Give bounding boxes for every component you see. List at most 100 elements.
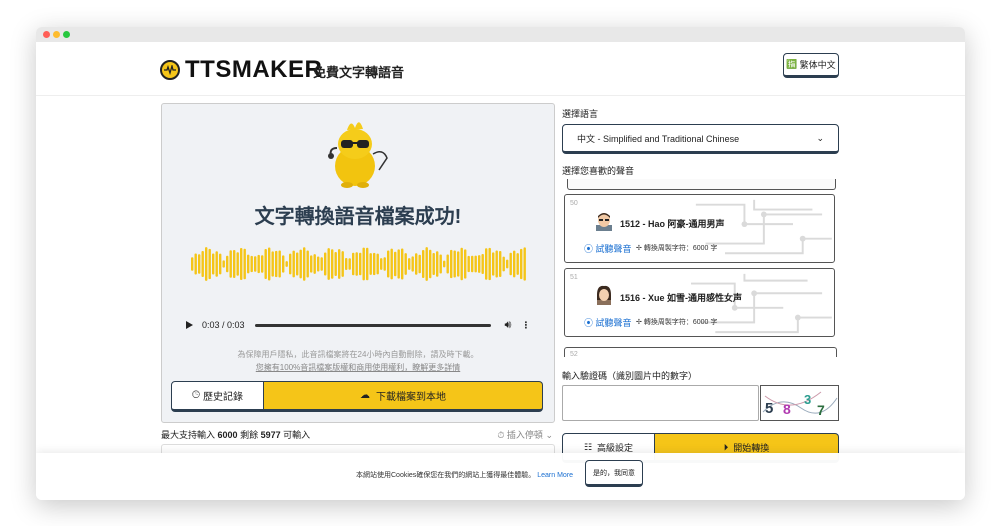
waveform-bar (275, 250, 278, 278)
waveform-bar (236, 252, 239, 276)
waveform-bar (212, 253, 215, 275)
minimize-window-dot[interactable] (53, 31, 60, 38)
clock-icon: 🕒︎ (192, 390, 200, 401)
result-button-row: 🕒︎ 歷史記錄 ☁ 下載檔案到本地 (171, 381, 543, 412)
waveform-bar (348, 258, 351, 270)
waveform-bar (443, 260, 446, 268)
remaining-prefix: 剩餘 (240, 430, 259, 440)
waveform-bar (509, 252, 512, 276)
waveform-bar (313, 254, 316, 274)
input-limit-info: 最大支持輸入 6000 剩餘 5977 可輸入 ⏱︎ 插入停頓 ⌄ (161, 428, 553, 441)
play-circle-icon: ⏵ (723, 441, 729, 452)
language-switch-button[interactable]: 🈯 繁体中文 (783, 53, 839, 78)
waveform-bar (432, 252, 435, 276)
waveform-bar (303, 247, 306, 281)
try-voice-button[interactable]: ⦿ 試聽聲音 (584, 316, 632, 329)
chevron-down-icon: ⌄ (816, 133, 824, 143)
site-logo[interactable]: TTSMAKER (160, 56, 322, 84)
waveform-bar (520, 248, 523, 280)
waveform-bar (373, 252, 376, 276)
captcha-graphic: 5 8 3 7 (762, 391, 838, 418)
cookie-message-text: 本網站使用Cookies確保您在我們的網站上獲得最佳體驗。 (356, 472, 536, 479)
language-selected-value: 中文 - Simplified and Traditional Chinese (577, 133, 740, 144)
waveform-bar (268, 247, 271, 281)
window-chrome (36, 27, 965, 42)
waveform-bar (355, 252, 358, 276)
voice-card-number: 51 (570, 274, 578, 281)
captcha-image[interactable]: 5 8 3 7 (760, 385, 839, 421)
maximize-window-dot[interactable] (63, 31, 70, 38)
voice-card[interactable]: 51 1516 - Xue 如雪-通用感性女声 ⦿ 試聽聲音 ✢ 轉換周製字符：… (564, 268, 835, 337)
waveform-bar (292, 250, 295, 278)
waveform-bar (471, 255, 474, 273)
waveform-bar (383, 257, 386, 271)
waveform-bar (271, 251, 274, 277)
copyright-link[interactable]: 您擁有100%音訊檔案版權和商用使用權利，瞭解更多詳情 (256, 363, 460, 372)
waveform-bar (411, 256, 414, 272)
waveform-bar (429, 249, 432, 279)
chevron-down-icon: ⌄ (545, 430, 553, 440)
cookie-message: 本網站使用Cookies確保您在我們的網站上獲得最佳體驗。 Learn More (356, 470, 573, 480)
waveform-bar (327, 248, 330, 280)
waveform-bar (299, 249, 302, 279)
language-label: 選擇語言 (562, 109, 599, 119)
timer-icon: ⏱︎ (497, 430, 505, 440)
waveform-bar (205, 247, 208, 281)
language-select[interactable]: 中文 - Simplified and Traditional Chinese … (562, 124, 839, 154)
waveform-bar (282, 255, 285, 273)
svg-text:7: 7 (817, 402, 825, 418)
voice-label: 選擇您喜歡的聲音 (562, 166, 635, 176)
voice-card-previous[interactable] (567, 179, 836, 190)
waveform-bar (345, 258, 348, 270)
logo-wave-icon (160, 60, 180, 80)
learn-more-link[interactable]: Learn More (537, 472, 573, 479)
captcha-input[interactable] (562, 385, 759, 421)
cookie-agree-button[interactable]: 是的，我同意 (585, 460, 643, 487)
remaining-suffix: 可輸入 (283, 430, 311, 440)
waveform-bar (198, 254, 201, 274)
waveform-bar (285, 261, 288, 267)
waveform-bar (495, 250, 498, 278)
logo-text: TTSMAKER (185, 56, 323, 83)
site-header: TTSMAKER 免費文字轉語音 🈯 繁体中文 (36, 42, 965, 96)
audio-progress-slider[interactable] (254, 323, 491, 327)
waveform-bar (366, 247, 369, 281)
remaining-value: 5977 (260, 430, 281, 440)
download-button[interactable]: ☁ 下載檔案到本地 (264, 381, 543, 412)
waveform-bar (478, 255, 481, 273)
waveform-bar (481, 253, 484, 275)
try-voice-button[interactable]: ⦿ 試聽聲音 (584, 242, 632, 255)
waveform-bar (243, 248, 246, 280)
waveform-bar (436, 251, 439, 277)
waveform-bar (257, 254, 260, 274)
site-tagline: 免費文字轉語音 (313, 65, 405, 80)
waveform-bar (446, 254, 449, 274)
waveform-bar (492, 252, 495, 276)
waveform-bar (450, 249, 453, 279)
voice-limit-text: 轉換周製字符：6000 字 (643, 319, 718, 326)
waveform-bar (338, 249, 341, 279)
more-options-icon[interactable]: ⋮ (521, 320, 530, 331)
waveform-bar (254, 256, 257, 272)
waveform-bar (474, 255, 477, 273)
history-button[interactable]: 🕒︎ 歷史記錄 (171, 381, 264, 412)
start-conversion-label: 開始轉換 (733, 442, 770, 453)
insert-pause-button[interactable]: ⏱︎ 插入停頓 ⌄ (497, 428, 553, 441)
play-icon[interactable] (186, 321, 193, 329)
sliders-icon: ☷ (583, 441, 593, 452)
sparkle-icon: ✢ (636, 319, 642, 326)
voice-card[interactable]: 50 1512 - Hao 阿豪-通用男声 ⦿ 試聽聲音 ✢ 轉換周製字符：60… (564, 194, 835, 263)
voice-list[interactable]: 50 1512 - Hao 阿豪-通用男声 ⦿ 試聽聲音 ✢ 轉換周製字符：60… (562, 179, 839, 357)
waveform-bar (264, 248, 267, 280)
waveform-bar (226, 255, 229, 273)
waveform-bar (222, 260, 225, 268)
waveform-bar (415, 253, 418, 275)
waveform-bar (331, 249, 334, 279)
voice-card[interactable]: 52 (564, 347, 837, 357)
volume-icon[interactable]: 🔊︎ (505, 319, 512, 332)
waveform-bar (506, 259, 509, 269)
close-window-dot[interactable] (43, 31, 50, 38)
waveform-bar (208, 248, 211, 280)
waveform-bar (460, 247, 463, 281)
voice-card-number: 52 (570, 351, 578, 357)
